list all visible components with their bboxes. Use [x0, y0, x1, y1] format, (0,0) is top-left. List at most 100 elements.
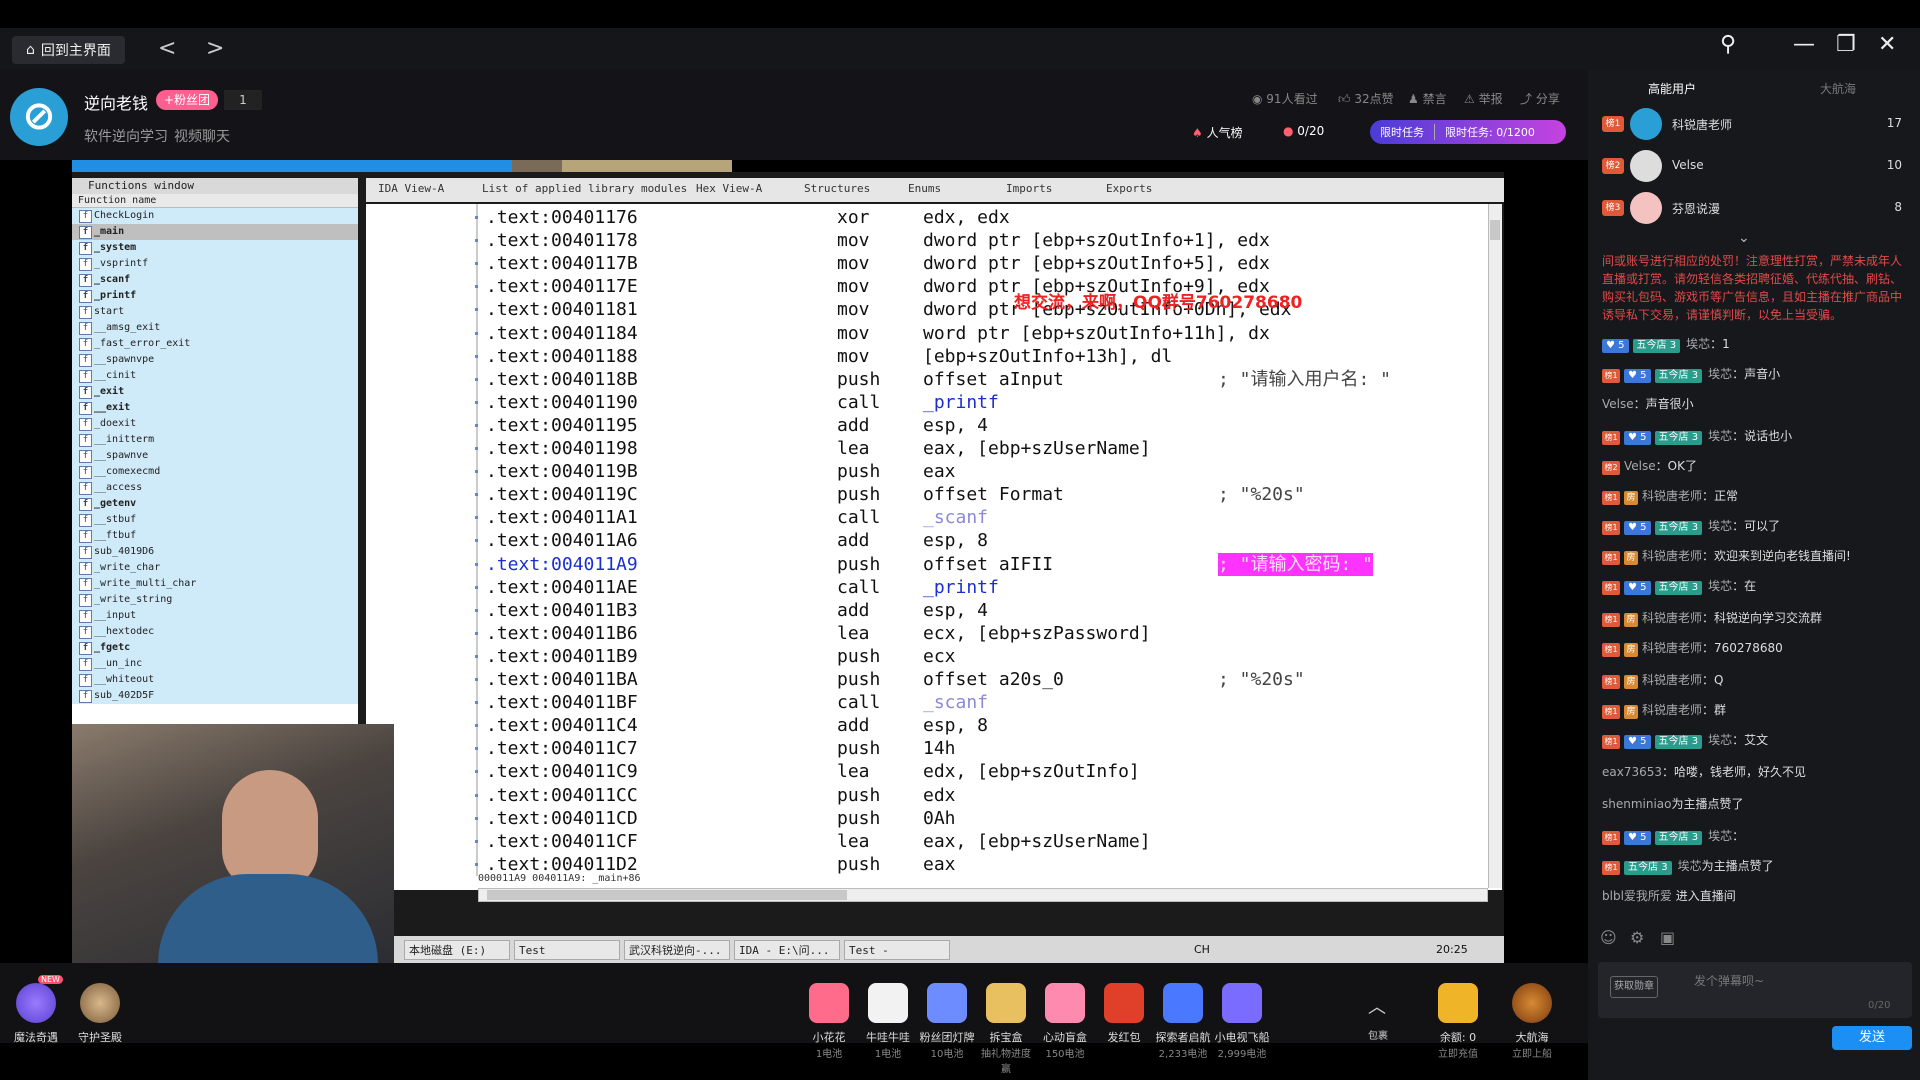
- fan-club-button[interactable]: +粉丝团: [156, 90, 219, 110]
- voyage-button[interactable]: 大航海 立即上船: [1498, 983, 1566, 1060]
- taskbar-item[interactable]: IDA - E:\问...: [734, 940, 840, 960]
- chat-user[interactable]: 科锐唐老师: [1642, 549, 1702, 563]
- ida-tab[interactable]: Enums: [908, 182, 941, 195]
- chat-user[interactable]: 埃芯: [1708, 829, 1732, 843]
- settings-icon[interactable]: ⚙: [1630, 928, 1644, 947]
- chat-user[interactable]: Velse: [1602, 397, 1634, 411]
- chat-message[interactable]: 榜1 ♥ 5 五今店 3 埃芯：在: [1602, 576, 1756, 596]
- ida-view-a[interactable]: .text:00401176 xor edx, edx .text:00401178 m…: [366, 204, 1502, 902]
- code-line[interactable]: .text:004011C7 push 14h: [486, 737, 956, 760]
- chat-message[interactable]: 榜1 房科锐唐老师：Q: [1602, 670, 1723, 690]
- function-item[interactable]: _exit: [72, 384, 358, 400]
- ida-tab[interactable]: Structures: [804, 182, 870, 195]
- function-item[interactable]: _fast_error_exit: [72, 336, 358, 352]
- ida-tab[interactable]: Imports: [1006, 182, 1052, 195]
- category-tag-2[interactable]: 视频聊天: [174, 126, 230, 146]
- gift-item[interactable]: 探索者启航 2,233电池: [1154, 983, 1212, 1060]
- package-label[interactable]: 包裹: [1368, 1027, 1388, 1042]
- chat-user[interactable]: 科锐唐老师: [1642, 489, 1702, 503]
- chat-message[interactable]: 榜1 ♥ 5 五今店 3 埃芯：说话也小: [1602, 426, 1792, 446]
- function-item[interactable]: __input: [72, 608, 358, 624]
- more-gifts-button[interactable]: ︿: [1368, 993, 1386, 1019]
- ida-tab[interactable]: IDA View-A: [378, 182, 444, 195]
- balance-button[interactable]: 余额: 0 立即充值: [1424, 983, 1492, 1060]
- taskbar-item[interactable]: Test - Micros...: [844, 940, 950, 977]
- gift-item[interactable]: 小电视飞船 2,999电池: [1213, 983, 1271, 1060]
- code-line[interactable]: .text:00401178 mov dword ptr [ebp+szOutInf…: [486, 229, 1270, 252]
- code-line[interactable]: .text:004011BF call _scanf: [486, 691, 988, 714]
- gift-item[interactable]: 粉丝团灯牌 10电池: [918, 983, 976, 1060]
- pin-icon[interactable]: ⚲: [1720, 32, 1736, 57]
- function-item[interactable]: _getenv: [72, 496, 358, 512]
- code-line[interactable]: .text:00401190 call _printf: [486, 391, 999, 414]
- popularity-rank[interactable]: ♠ 人气榜: [1192, 124, 1243, 141]
- tab-great-voyage[interactable]: 大航海: [1820, 80, 1856, 97]
- function-item[interactable]: __amsg_exit: [72, 320, 358, 336]
- emoji-icon[interactable]: ☺: [1600, 928, 1617, 947]
- send-button[interactable]: 发送: [1832, 1026, 1912, 1050]
- close-icon[interactable]: ✕: [1878, 32, 1896, 57]
- chat-user[interactable]: 埃芯: [1708, 367, 1732, 381]
- function-item[interactable]: __ftbuf: [72, 528, 358, 544]
- chevron-down-icon[interactable]: ⌄: [1738, 230, 1750, 246]
- chat-message[interactable]: 榜1 五今店 3 埃芯为主播点赞了: [1602, 856, 1774, 876]
- chat-message[interactable]: 榜2 Velse：OK了: [1602, 456, 1697, 476]
- function-item[interactable]: _fgetc: [72, 640, 358, 656]
- chat-user[interactable]: 埃芯: [1708, 429, 1732, 443]
- code-line[interactable]: .text:004011B9 push ecx: [486, 645, 956, 668]
- functions-column-header[interactable]: Function name: [72, 194, 358, 208]
- code-line[interactable]: .text:00401181 mov dword ptr [ebp+szOutInf…: [486, 298, 1291, 321]
- code-line[interactable]: .text:0040117E mov dword ptr [ebp+szOutInf…: [486, 275, 1270, 298]
- chat-message[interactable]: 榜1 ♥ 5 五今店 3 埃芯：艾文: [1602, 730, 1768, 750]
- function-item[interactable]: _write_multi_char: [72, 576, 358, 592]
- video-player[interactable]: Functions window Function name CheckLogi…: [72, 160, 1504, 977]
- chat-user[interactable]: 科锐唐老师: [1642, 611, 1702, 625]
- code-line[interactable]: .text:004011B6 lea ecx, [ebp+szPassword]: [486, 622, 1151, 645]
- maximize-icon[interactable]: ❐: [1836, 32, 1856, 57]
- fetch-medal-button[interactable]: 获取勋章: [1610, 976, 1658, 998]
- code-line[interactable]: .text:00401176 xor edx, edx: [486, 206, 1010, 229]
- chat-message[interactable]: 榜1 房科锐唐老师：正常: [1602, 486, 1738, 506]
- chat-user[interactable]: 科锐唐老师: [1642, 673, 1702, 687]
- forward-button[interactable]: >: [206, 36, 224, 62]
- taskbar-item[interactable]: 武汉科锐逆向-...: [624, 940, 730, 960]
- danmaku-input-box[interactable]: 获取勋章 发个弹幕呗~ 0/20: [1598, 962, 1912, 1018]
- ida-tab[interactable]: List of applied library modules: [482, 182, 687, 195]
- timed-task[interactable]: 限时任务 限时任务: 0/1200: [1370, 120, 1566, 144]
- tab-high-energy-users[interactable]: 高能用户: [1648, 80, 1696, 97]
- function-item[interactable]: __comexecmd: [72, 464, 358, 480]
- ida-tab[interactable]: Exports: [1106, 182, 1152, 195]
- function-item[interactable]: __spawnvpe: [72, 352, 358, 368]
- chat-message[interactable]: 榜1 房科锐唐老师：科锐逆向学习交流群: [1602, 608, 1822, 628]
- function-item[interactable]: __access: [72, 480, 358, 496]
- chat-user[interactable]: blbl爱我所爱: [1602, 889, 1672, 903]
- vertical-scrollbar[interactable]: [1488, 204, 1502, 888]
- function-item[interactable]: _doexit: [72, 416, 358, 432]
- code-line[interactable]: .text:004011BA push offset a20s_0 ; "%20s": [486, 668, 1305, 691]
- function-item[interactable]: sub_402D5F: [72, 688, 358, 704]
- function-item[interactable]: _write_char: [72, 560, 358, 576]
- streamer-name[interactable]: 逆向老钱: [84, 90, 148, 114]
- horizontal-scrollbar[interactable]: [478, 888, 1488, 902]
- function-item[interactable]: __initterm: [72, 432, 358, 448]
- chat-user[interactable]: 科锐唐老师: [1642, 703, 1702, 717]
- report-button[interactable]: ⚠ 举报: [1464, 90, 1503, 107]
- function-item[interactable]: _main: [72, 224, 358, 240]
- chat-message[interactable]: shenminiao为主播点赞了: [1602, 794, 1744, 814]
- chat-message[interactable]: blbl爱我所爱 进入直播间: [1602, 886, 1736, 906]
- chat-user[interactable]: shenminiao: [1602, 797, 1672, 811]
- chat-user[interactable]: 埃芯: [1708, 579, 1732, 593]
- streamer-avatar[interactable]: ⊘: [10, 88, 68, 146]
- code-line[interactable]: .text:00401188 mov [ebp+szOutInfo+13h], dl: [486, 345, 1172, 368]
- function-item[interactable]: _vsprintf: [72, 256, 358, 272]
- function-item[interactable]: __stbuf: [72, 512, 358, 528]
- code-line[interactable]: .text:004011C9 lea edx, [ebp+szOutInfo]: [486, 760, 1140, 783]
- chat-message[interactable]: 榜1 房科锐唐老师：群: [1602, 700, 1726, 720]
- function-item[interactable]: sub_4019D6: [72, 544, 358, 560]
- function-item[interactable]: _write_string: [72, 592, 358, 608]
- gift-box-icon[interactable]: ▣: [1660, 928, 1675, 947]
- chat-user[interactable]: 埃芯: [1678, 859, 1702, 873]
- chat-message[interactable]: 榜1 ♥ 5 五今店 3 埃芯：声音小: [1602, 364, 1780, 384]
- function-item[interactable]: start: [72, 304, 358, 320]
- chat-user[interactable]: 埃芯: [1708, 519, 1732, 533]
